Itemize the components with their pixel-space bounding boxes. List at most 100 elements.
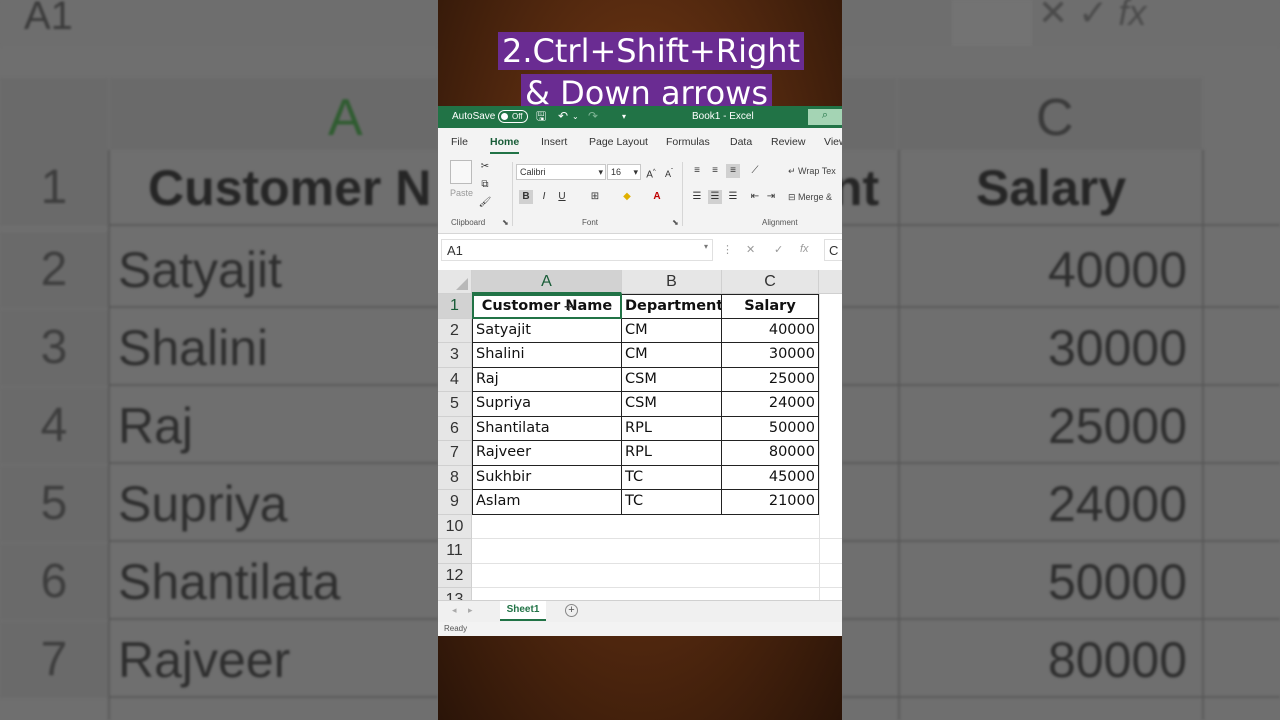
table-cell[interactable]: Raj (472, 367, 622, 392)
row-header[interactable]: 12 (438, 563, 472, 588)
decrease-indent-icon[interactable]: ⇤ (748, 190, 762, 204)
orientation-icon[interactable]: ⟋ (748, 164, 762, 178)
header-cell-salary[interactable]: Salary (722, 294, 819, 319)
row-header[interactable]: 5 (438, 392, 472, 417)
header-cell-department[interactable]: Department (622, 294, 722, 319)
paste-icon[interactable] (450, 160, 472, 184)
row-header[interactable]: 6 (438, 416, 472, 441)
table-cell[interactable]: Supriya (472, 392, 622, 417)
insert-function-icon[interactable]: fx (800, 243, 809, 255)
font-size-select[interactable]: 16 ▾ (607, 164, 641, 180)
merge-button[interactable]: ⊟ Merge & (788, 192, 832, 203)
header-cell-customer-name[interactable]: Customer Name (472, 294, 622, 319)
increase-indent-icon[interactable]: ⇥ (764, 190, 778, 204)
redo-icon[interactable]: ↷ (588, 110, 598, 123)
enter-icon[interactable]: ✓ (774, 243, 783, 256)
align-middle-icon[interactable]: ≡ (708, 164, 722, 178)
increase-font-icon[interactable]: A^ (644, 165, 658, 180)
bold-button[interactable]: B (519, 190, 533, 204)
tab-view[interactable]: View (824, 136, 842, 148)
name-box[interactable]: A1 ▾ (441, 239, 713, 261)
row-header[interactable]: 7 (438, 441, 472, 466)
table-cell[interactable]: 21000 (722, 490, 819, 515)
prev-sheet-icon[interactable]: ◂ (452, 605, 457, 616)
italic-button[interactable]: I (537, 190, 551, 204)
row-header[interactable]: 11 (438, 539, 472, 564)
customize-toolbar-icon[interactable]: ▾ (622, 110, 626, 123)
table-cell[interactable]: 30000 (722, 343, 819, 368)
align-top-icon[interactable]: ≡ (690, 164, 704, 178)
tab-file[interactable]: File (451, 136, 468, 148)
table-cell[interactable]: Satyajit (472, 318, 622, 343)
table-cell[interactable]: RPL (622, 441, 722, 466)
table-cell[interactable]: RPL (622, 416, 722, 441)
save-icon[interactable]: 🖫 (536, 110, 546, 123)
clipboard-launcher-icon[interactable]: ⬊ (502, 218, 509, 227)
tab-home[interactable]: Home (490, 136, 520, 154)
table-cell[interactable]: 50000 (722, 416, 819, 441)
select-all-button[interactable] (438, 270, 472, 294)
table-cell[interactable]: CM (622, 318, 722, 343)
column-header-b[interactable]: B (622, 270, 722, 294)
borders-icon[interactable]: ⊞ (588, 190, 602, 204)
row-header[interactable]: 10 (438, 514, 472, 539)
table-cell[interactable]: 25000 (722, 367, 819, 392)
add-sheet-icon[interactable]: + (565, 604, 578, 617)
tab-insert[interactable]: Insert (541, 136, 567, 148)
copy-icon[interactable]: ⧉ (478, 178, 492, 192)
table-cell[interactable]: CSM (622, 367, 722, 392)
cancel-icon[interactable]: ✕ (746, 243, 755, 256)
align-center-icon[interactable]: ☰ (708, 190, 722, 204)
row-header[interactable]: 3 (438, 343, 472, 368)
row-header[interactable]: 1 (438, 294, 472, 319)
next-sheet-icon[interactable]: ▸ (468, 605, 473, 616)
table-cell[interactable]: 40000 (722, 318, 819, 343)
table-cell[interactable]: Sukhbir (472, 465, 622, 490)
tab-page-layout[interactable]: Page Layout (589, 136, 648, 148)
table-cell[interactable]: Shalini (472, 343, 622, 368)
search-icon[interactable]: ⌕ (808, 109, 842, 125)
table-cell[interactable]: TC (622, 490, 722, 515)
table-cell[interactable]: 80000 (722, 441, 819, 466)
font-launcher-icon[interactable]: ⬊ (672, 218, 679, 227)
table-cell[interactable]: CSM (622, 392, 722, 417)
font-color-icon[interactable]: A (650, 190, 664, 204)
underline-button[interactable]: U (555, 190, 569, 204)
mouse-cursor-icon: ✛ (564, 300, 575, 314)
column-header-c[interactable]: C (722, 270, 819, 294)
table-cell[interactable]: CM (622, 343, 722, 368)
cut-icon[interactable]: ✂ (478, 160, 492, 174)
undo-icon[interactable]: ↶ (558, 110, 568, 123)
table-cell[interactable]: Rajveer (472, 441, 622, 466)
tab-formulas[interactable]: Formulas (666, 136, 710, 148)
table-cell[interactable]: TC (622, 465, 722, 490)
align-right-icon[interactable]: ☰ (726, 190, 740, 204)
row-header[interactable]: 2 (438, 318, 472, 343)
bg-fx-icons: ✕ ✓ fx (1038, 0, 1147, 33)
column-header-d[interactable] (819, 270, 842, 294)
align-left-icon[interactable]: ☰ (690, 190, 704, 204)
tab-data[interactable]: Data (730, 136, 752, 148)
wrap-text-button[interactable]: ↵ Wrap Tex (788, 166, 836, 177)
table-cell[interactable]: 24000 (722, 392, 819, 417)
tab-review[interactable]: Review (771, 136, 805, 148)
row-header[interactable]: 4 (438, 367, 472, 392)
undo-dropdown-icon[interactable]: ⌄ (572, 110, 579, 123)
sheet-tab-sheet1[interactable]: Sheet1 (500, 601, 546, 621)
table-cell[interactable]: 45000 (722, 465, 819, 490)
decrease-font-icon[interactable]: Aˇ (662, 165, 676, 179)
row-header[interactable]: 13 (438, 588, 472, 600)
fill-color-icon[interactable]: ◆ (620, 190, 634, 204)
paste-button[interactable]: Paste (450, 188, 473, 198)
format-painter-icon[interactable]: 🖌 (478, 196, 492, 210)
background-zoom-left: A1 A 1 Customer N 2 Satyajit 3 Shalini 4… (0, 0, 438, 720)
formula-input[interactable]: C (824, 239, 842, 261)
table-cell[interactable]: Aslam (472, 490, 622, 515)
font-name-select[interactable]: Calibri ▾ (516, 164, 606, 180)
row-header[interactable]: 9 (438, 490, 472, 515)
table-cell[interactable]: Shantilata (472, 416, 622, 441)
autosave-toggle[interactable]: Off (498, 110, 528, 123)
row-header[interactable]: 8 (438, 465, 472, 490)
column-header-a[interactable]: A (472, 270, 622, 294)
align-bottom-icon[interactable]: ≡ (726, 164, 740, 178)
